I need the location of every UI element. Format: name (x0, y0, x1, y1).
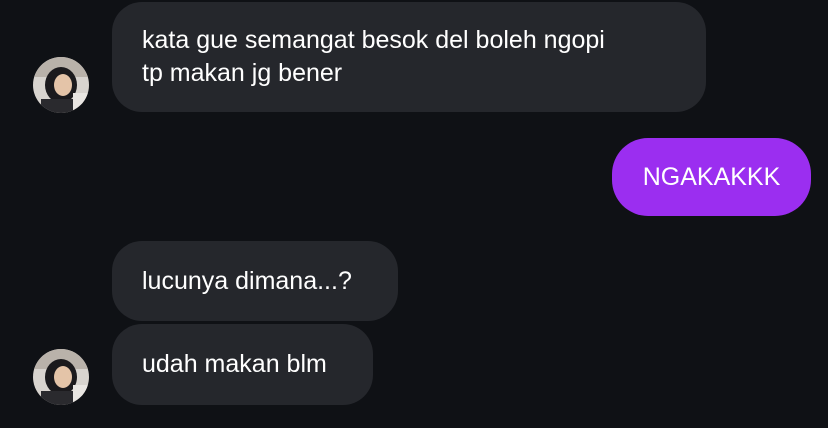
chat-thread: kata gue semangat besok del boleh ngopi … (0, 0, 828, 428)
avatar-photo-icon (33, 349, 89, 405)
outgoing-message-bubble[interactable]: NGAKAKKK (612, 138, 811, 216)
incoming-message-bubble[interactable]: lucunya dimana...? (112, 241, 398, 321)
incoming-message-bubble[interactable]: udah makan blm (112, 324, 373, 405)
message-text: lucunya dimana...? (142, 266, 352, 295)
incoming-message-bubble[interactable]: kata gue semangat besok del boleh ngopi … (112, 2, 706, 112)
avatar-photo-icon (33, 57, 89, 113)
message-text: NGAKAKKK (642, 162, 781, 191)
message-text: udah makan blm (142, 350, 327, 378)
message-text: kata gue semangat besok del boleh ngopi … (142, 26, 605, 87)
contact-avatar[interactable] (33, 349, 89, 405)
contact-avatar[interactable] (33, 57, 89, 113)
